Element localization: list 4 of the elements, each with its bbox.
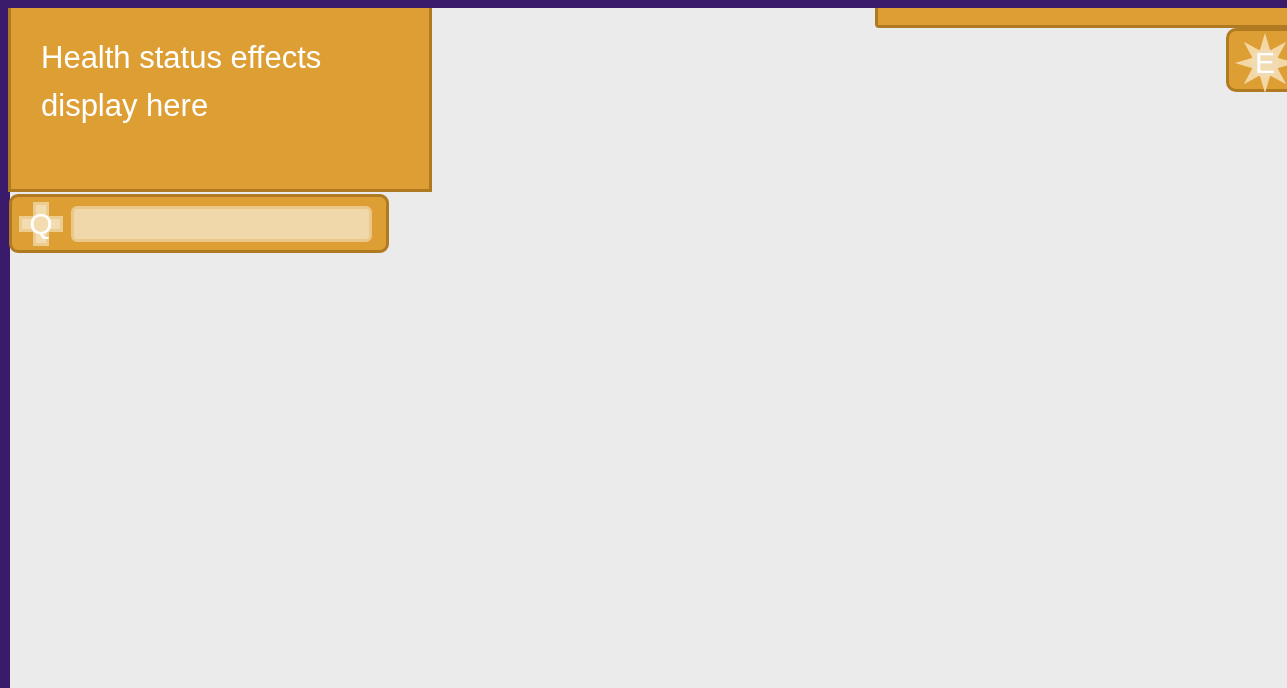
status-panel: Health status effects display here bbox=[8, 8, 432, 192]
cross-icon bbox=[17, 199, 65, 248]
hotkey-label: Q bbox=[29, 208, 53, 239]
hotkey-button[interactable]: E bbox=[1226, 28, 1287, 92]
